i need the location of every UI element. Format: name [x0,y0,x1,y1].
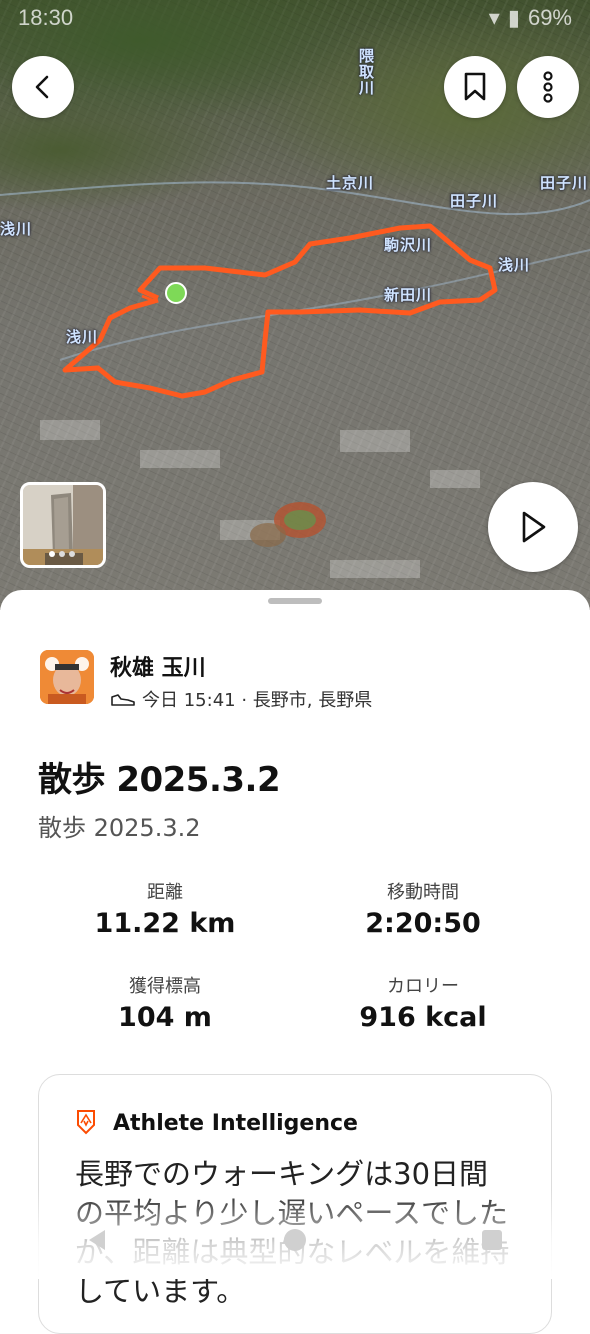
play-flyover-button[interactable] [488,482,578,572]
sheet-drag-handle[interactable] [268,598,322,604]
nav-back-icon[interactable] [85,1227,111,1253]
river-label: 駒沢川 [384,236,433,254]
stat-value: 2:20:50 [365,908,481,939]
status-bar: 18:30 ▾ ▮ 69% [0,0,590,36]
more-options-button[interactable] [517,56,579,118]
back-button[interactable] [12,56,74,118]
stat-label: 距離 [147,882,183,903]
nav-home-icon[interactable] [282,1227,308,1253]
river-label: 浅川 [0,220,33,238]
play-icon [522,511,546,543]
activity-meta: 今日 15:41 · 長野市, 長野県 [110,686,372,712]
athlete-intelligence-icon [77,1110,95,1135]
avatar-image [40,650,94,704]
photo-page-dots [49,551,75,557]
stat-distance: 距離 11.22 km [40,878,290,939]
bookmark-icon [464,72,486,101]
river-line [0,181,590,216]
stat-value: 104 m [118,1002,212,1033]
signal-icon: ▾ [488,5,500,30]
stat-calories: カロリー 916 kcal [298,972,548,1033]
river-label: 田子川 [450,192,499,210]
activity-description: 散歩 2025.3.2 [38,814,201,842]
system-nav-bar [0,1220,590,1260]
river-label: 浅川 [498,256,531,274]
stat-elevation-gain: 獲得標高 104 m [40,972,290,1033]
river-label: 土京川 [326,174,375,192]
shoe-icon [111,694,135,706]
status-time: 18:30 [18,5,74,30]
chevron-left-icon [35,75,49,99]
stat-label: 獲得標高 [129,976,201,997]
athlete-name[interactable]: 秋雄 玉川 [110,650,206,682]
bookmark-button[interactable] [444,56,506,118]
stat-label: 移動時間 [387,882,459,903]
battery-icon: ▮ [507,5,520,30]
stat-moving-time: 移動時間 2:20:50 [298,878,548,939]
route-map[interactable]: 隈取川 土京川 田子川 田子川 浅川 新田川 浅川 駒沢川 浅川 18:30 ▾… [0,0,590,610]
battery-level: 69% [527,5,572,30]
photo-thumbnail[interactable] [20,482,106,568]
river-label: 隈取川 [357,48,375,96]
activity-sheet: 秋雄 玉川 今日 15:41 · 長野市, 長野県 散歩 2025.3.2 散歩… [0,590,590,1334]
activity-date-location: 今日 15:41 · 長野市, 長野県 [142,690,373,711]
river-label: 新田川 [384,286,433,304]
river-label: 田子川 [540,174,589,192]
athlete-intelligence-title: Athlete Intelligence [113,1111,358,1136]
activity-title: 散歩 2025.3.2 [38,760,281,800]
stat-value: 916 kcal [359,1002,487,1033]
stat-label: カロリー [387,976,459,997]
river-label: 浅川 [66,328,99,346]
avatar[interactable] [40,650,94,704]
start-marker [165,282,187,304]
stat-value: 11.22 km [94,908,236,939]
nav-recents-icon[interactable] [479,1227,505,1253]
more-vertical-icon [543,71,553,103]
